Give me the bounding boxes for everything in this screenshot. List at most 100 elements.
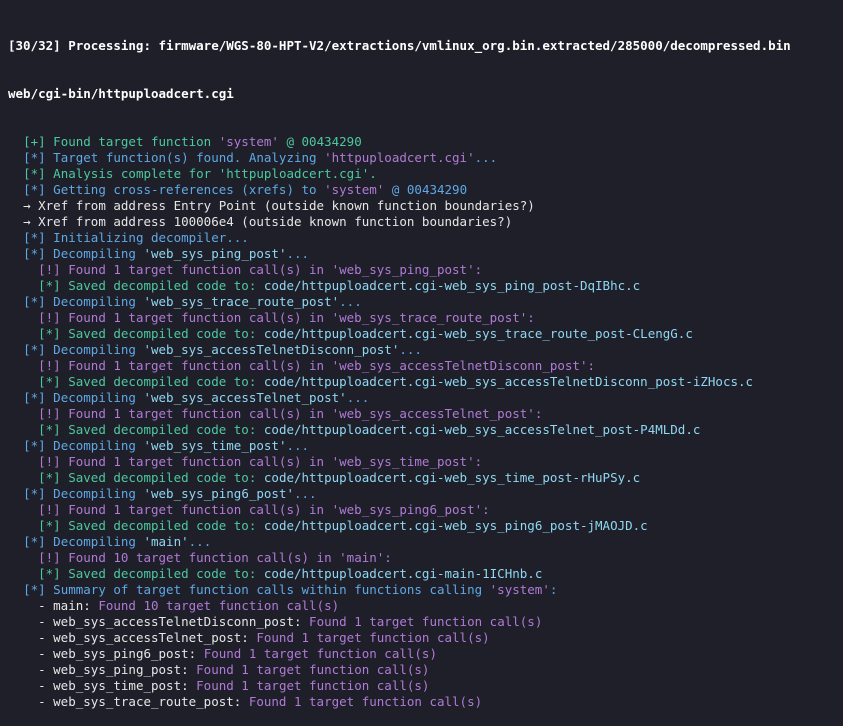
log-segment: : — [527, 310, 535, 325]
log-line: [*] Analysis complete for 'httpuploadcer… — [8, 166, 843, 182]
log-segment: 'main' — [339, 550, 385, 565]
log-line: [*] Target function(s) found. Analyzing … — [8, 150, 843, 166]
log-indent — [8, 278, 38, 293]
log-segment: → Xref from address 100006e4 (outside kn… — [23, 214, 513, 229]
log-segment: 'system' — [489, 582, 550, 597]
log-segment: [*] Saved decompiled code to: — [38, 470, 264, 485]
log-indent — [8, 262, 38, 277]
log-segment: [+] Found target function — [23, 134, 219, 149]
log-line: [+] Found target function 'system' @ 004… — [8, 134, 843, 150]
log-segment: 'web_sys_accessTelnetDisconn_post' — [143, 342, 400, 357]
log-line: [*] Saved decompiled code to: code/httpu… — [8, 518, 843, 534]
log-segment: code/httpuploadcert.cgi-web_sys_accessTe… — [263, 374, 754, 389]
log-segment: 'web_sys_ping_post' — [331, 262, 475, 277]
log-line: [!] Found 10 target function call(s) in … — [8, 550, 843, 566]
log-segment: [!] Found 1 target function call(s) in — [38, 310, 332, 325]
log-segment: [*] Target function(s) found. Analyzing — [23, 150, 325, 165]
log-indent — [8, 614, 38, 629]
log-segment: [*] Decompiling — [23, 294, 144, 309]
log-segment: [*] Saved decompiled code to: — [38, 278, 264, 293]
log-segment: [*] Initializing decompiler... — [23, 230, 249, 245]
log-indent — [8, 166, 23, 181]
log-segment: 'system' — [324, 182, 385, 197]
log-segment: 'web_sys_time_post' — [331, 454, 475, 469]
log-segment: 'web_sys_accessTelnet_post' — [143, 390, 347, 405]
log-line: - web_sys_trace_route_post: Found 1 targ… — [8, 694, 843, 710]
log-segment: : — [587, 358, 596, 373]
log-line: [*] Decompiling 'web_sys_ping_post'... — [8, 246, 843, 262]
log-segment: → Xref from address Entry Point (outside… — [23, 198, 535, 213]
log-segment: code/httpuploadcert.cgi-main-1ICHnb.c — [263, 566, 543, 581]
log-segment: 'web_sys_ping6_post' — [143, 486, 294, 501]
log-segment: [*] Saved decompiled code to: — [38, 326, 264, 341]
terminal-output[interactable]: [30/32] Processing: firmware/WGS-80-HPT-… — [8, 6, 843, 726]
log-line: - web_sys_ping6_post: Found 1 target fun… — [8, 646, 843, 662]
log-line: → Xref from address 100006e4 (outside kn… — [8, 214, 843, 230]
log-segment: [*] Summary of target function calls wit… — [23, 582, 490, 597]
log-line: [*] Decompiling 'web_sys_accessTelnetDis… — [8, 342, 843, 358]
log-indent — [8, 486, 23, 501]
log-line: [*] Saved decompiled code to: code/httpu… — [8, 374, 843, 390]
log-segment: Found 10 target function call(s) — [98, 598, 340, 613]
log-segment: 'web_sys_accessTelnetDisconn_post' — [331, 358, 588, 373]
log-segment: [*] Getting cross-references (xrefs) to — [23, 182, 325, 197]
log-indent — [8, 358, 38, 373]
log-segment: code/httpuploadcert.cgi-web_sys_accessTe… — [263, 422, 701, 437]
log-line: [*] Decompiling 'web_sys_trace_route_pos… — [8, 294, 843, 310]
log-indent — [8, 678, 38, 693]
log-line: [!] Found 1 target function call(s) in '… — [8, 406, 843, 422]
log-segment: 'httpuploadcert.cgi' — [324, 150, 475, 165]
log-line: [!] Found 1 target function call(s) in '… — [8, 358, 843, 374]
log-line: [*] Decompiling 'main'... — [8, 534, 843, 550]
log-indent — [8, 534, 23, 549]
log-indent — [8, 422, 38, 437]
log-indent — [8, 406, 38, 421]
log-indent — [8, 294, 23, 309]
log-segment: [!] Found 1 target function call(s) in — [38, 502, 332, 517]
log-segment: [*] Decompiling — [23, 438, 144, 453]
processing-header-line: [30/32] Processing: firmware/WGS-80-HPT-… — [8, 38, 791, 53]
log-segment: - web_sys_accessTelnetDisconn_post: — [38, 614, 310, 629]
log-segment: - main: — [38, 598, 99, 613]
log-segment: - web_sys_time_post: — [38, 678, 197, 693]
log-segment: [!] Found 10 target function call(s) in — [38, 550, 340, 565]
log-indent — [8, 246, 23, 261]
log-segment: Found 1 target function call(s) — [248, 694, 483, 709]
log-segment: 'web_sys_ping_post' — [143, 246, 287, 261]
log-segment: [*] Saved decompiled code to: — [38, 374, 264, 389]
log-line: - web_sys_ping_post: Found 1 target func… — [8, 662, 843, 678]
log-segment: ... — [399, 342, 422, 357]
log-segment: @ 00434290 — [384, 182, 468, 197]
log-segment: [*] Decompiling — [23, 342, 144, 357]
log-segment: : — [384, 550, 392, 565]
log-segment: Found 1 target function call(s) — [203, 646, 437, 661]
log-line: [!] Found 1 target function call(s) in '… — [8, 310, 843, 326]
log-segment: ... — [286, 438, 310, 453]
log-segment: : — [534, 406, 543, 421]
log-line: [*] Summary of target function calls wit… — [8, 582, 843, 598]
log-segment: ... — [294, 486, 317, 501]
log-segment: 'web_sys_ping6_post' — [331, 502, 483, 517]
log-segment: code/httpuploadcert.cgi-web_sys_ping6_po… — [263, 518, 648, 533]
log-segment: 'web_sys_trace_route_post' — [331, 310, 528, 325]
log-indent — [8, 390, 23, 405]
log-indent — [8, 566, 38, 581]
log-segment: 'main' — [143, 534, 189, 549]
log-indent — [8, 550, 38, 565]
log-indent — [8, 230, 23, 245]
log-indent — [8, 470, 38, 485]
log-segment: [!] Found 1 target function call(s) in — [38, 262, 332, 277]
log-indent — [8, 518, 38, 533]
log-indent — [8, 598, 38, 613]
log-segment: [*] Decompiling — [23, 246, 144, 261]
log-indent — [8, 630, 38, 645]
log-segment: - web_sys_ping_post: — [38, 662, 197, 677]
log-indent — [8, 214, 23, 229]
processing-header-path: web/cgi-bin/httpuploadcert.cgi — [8, 86, 234, 101]
log-segment: : — [474, 262, 483, 277]
log-line: [*] Decompiling 'web_sys_accessTelnet_po… — [8, 390, 843, 406]
log-indent — [8, 374, 38, 389]
log-segment: : — [474, 454, 483, 469]
log-indent — [8, 310, 38, 325]
log-segment: [*] Decompiling — [23, 390, 144, 405]
